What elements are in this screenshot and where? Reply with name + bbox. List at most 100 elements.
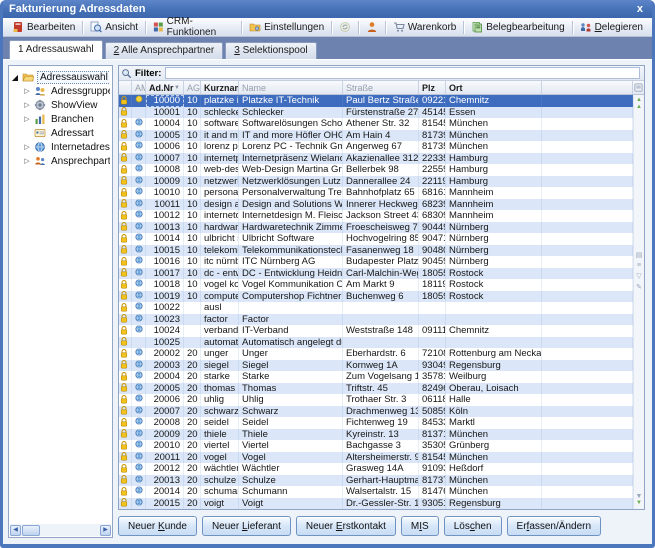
tree-item-branchen[interactable]: ▷ Branchen bbox=[11, 112, 110, 126]
sync-button[interactable] bbox=[334, 19, 356, 36]
tree-collapsed-icon[interactable]: ▷ bbox=[23, 87, 31, 95]
tree-collapsed-icon[interactable]: ▷ bbox=[23, 101, 31, 109]
tree-root-adressauswahl[interactable]: ◢ Adressauswahl bbox=[11, 70, 110, 84]
address-tree-panel: ◢ Adressauswahl ▷ Adressgruppen ▷ ShowVi… bbox=[8, 65, 113, 538]
column-select-icon[interactable] bbox=[633, 81, 644, 94]
table-row[interactable]: 10024 verband IT-Verband Weststraße 148 … bbox=[119, 325, 633, 337]
table-row[interactable]: 20010 20 viertel Viertel Bachgasse 3 353… bbox=[119, 440, 633, 452]
scroll-bottom-icon[interactable]: ▼ bbox=[636, 500, 642, 507]
scroll-down-icon[interactable]: ▼ bbox=[636, 493, 643, 500]
scroll-up-icon[interactable]: ▲ bbox=[636, 104, 642, 111]
table-row[interactable]: 10000 10 platzke it Platzke IT-Technik P… bbox=[119, 95, 633, 107]
table-row[interactable]: 20009 20 thiele Thiele Kyreinstr. 13 813… bbox=[119, 429, 633, 441]
table-row[interactable]: 10004 10 softwarelö Softwarelösungen Sch… bbox=[119, 118, 633, 130]
table-row[interactable]: 10001 10 schlecker Schlecker Fürstenstra… bbox=[119, 107, 633, 119]
header-lock-column[interactable] bbox=[119, 81, 132, 94]
table-row[interactable]: 10007 10 internetpr Internetpräsenz Wiel… bbox=[119, 153, 633, 165]
crm-funktionen-button[interactable]: CRM-Funktionen bbox=[148, 19, 239, 36]
table-row[interactable]: 20012 20 wächtler Wächtler Grasweg 14A 9… bbox=[119, 463, 633, 475]
warenkorb-button[interactable]: Warenkorb bbox=[388, 19, 462, 36]
tree-item-adressgruppen[interactable]: ▷ Adressgruppen bbox=[11, 84, 110, 98]
table-row[interactable]: 20008 20 seidel Seidel Fichtenweg 19 845… bbox=[119, 417, 633, 429]
table-row[interactable]: 10018 10 vogel komm Vogel Kommunikation … bbox=[119, 279, 633, 291]
tree-collapsed-icon[interactable]: ▷ bbox=[23, 115, 31, 123]
title-bar[interactable]: Fakturierung Adressdaten x bbox=[3, 0, 652, 18]
cell-plz: 09111 bbox=[419, 325, 446, 337]
tree-item-internetadressen[interactable]: ▷ Internetadressen bbox=[11, 140, 110, 154]
header-name[interactable]: Name bbox=[239, 81, 343, 94]
table-row[interactable]: 20006 20 uhlig Uhlig Trothaer Str. 3 061… bbox=[119, 394, 633, 406]
table-row[interactable]: 10015 10 telekommun Telekommunikationste… bbox=[119, 245, 633, 257]
table-row[interactable]: 10012 10 internetde Internetdesign M. Fl… bbox=[119, 210, 633, 222]
table-row[interactable]: 20014 20 schumann Schumann Walsertalstr.… bbox=[119, 486, 633, 498]
table-row[interactable]: 10005 10 it and mor IT and more Höfler O… bbox=[119, 130, 633, 142]
table-row[interactable]: 20003 20 siegel Siegel Kornweg 1A 93049 … bbox=[119, 360, 633, 372]
header-kurzname[interactable]: Kurzname bbox=[201, 81, 239, 94]
footer-button[interactable]: Neuer Erstkontakt bbox=[296, 516, 396, 536]
tree-horizontal-scrollbar[interactable]: ◀ ▶ bbox=[10, 524, 111, 536]
close-icon[interactable]: x bbox=[634, 3, 646, 15]
belegbearbeitung-button[interactable]: Belegbearbeitung bbox=[466, 19, 569, 36]
table-row[interactable]: 10013 10 hardwarete Hardwaretechnik Zimm… bbox=[119, 222, 633, 234]
table-row[interactable]: 10009 10 netzwerklö Netzwerklösungen Lut… bbox=[119, 176, 633, 188]
table-row[interactable]: 20015 20 voigt Voigt Dr.-Gessler-Str. 15… bbox=[119, 498, 633, 510]
table-row[interactable]: 20007 20 schwarz Schwarz Drachmenweg 13 … bbox=[119, 406, 633, 418]
tree-collapsed-icon[interactable]: ▷ bbox=[23, 143, 31, 151]
scroll-top-icon[interactable]: ▲ bbox=[636, 97, 642, 104]
table-row[interactable]: 10017 10 dc - entwi DC - Entwicklung Hei… bbox=[119, 268, 633, 280]
table-row[interactable]: 10006 10 lorenz pc Lorenz PC - Technik G… bbox=[119, 141, 633, 153]
table-row[interactable]: 20011 20 vogel Vogel Altersheimerstr. 9A… bbox=[119, 452, 633, 464]
tab-alle-ansprechpartner[interactable]: 2 Alle Ansprechpartner bbox=[105, 42, 224, 59]
filter-funnel-icon[interactable]: ▽ bbox=[636, 272, 641, 280]
table-row[interactable]: 10010 10 personalve Personalverwaltung T… bbox=[119, 187, 633, 199]
table-row[interactable]: 10023 factor Factor bbox=[119, 314, 633, 326]
einstellungen-button[interactable]: Einstellungen bbox=[244, 19, 329, 36]
footer-button[interactable]: Löschen bbox=[444, 516, 502, 536]
table-row[interactable]: 20002 20 unger Unger Eberhardstr. 6 7210… bbox=[119, 348, 633, 360]
header-ort[interactable]: Ort bbox=[446, 81, 542, 94]
cell-name: Uhlig bbox=[239, 394, 343, 406]
header-am[interactable]: AM bbox=[132, 81, 146, 94]
footer-button[interactable]: Neuer Kunde bbox=[118, 516, 197, 536]
bearbeiten-button[interactable]: Bearbeiten bbox=[7, 19, 80, 36]
table-row[interactable]: 20005 20 thomas Thomas Triftstr. 45 8249… bbox=[119, 383, 633, 395]
cell-kurzname: siegel bbox=[201, 360, 239, 372]
header-adnr[interactable]: Ad.Nr▼ bbox=[146, 81, 184, 94]
table-row[interactable]: 10014 10 ulbricht s Ulbricht Software Ho… bbox=[119, 233, 633, 245]
table-row[interactable]: 20013 20 schulze Schulze Gerhart-Hauptma… bbox=[119, 475, 633, 487]
tab-selektionspool[interactable]: 3 Selektionspool bbox=[225, 42, 316, 59]
edit-pencil-icon[interactable]: ✎ bbox=[636, 283, 642, 291]
scroll-right-icon[interactable]: ▶ bbox=[100, 525, 111, 536]
tree-expanded-icon[interactable]: ◢ bbox=[11, 73, 19, 82]
tree-item-adressart[interactable]: Adressart bbox=[11, 126, 110, 140]
table-row[interactable]: 10016 10 itc nürnbe ITC Nürnberg AG Buda… bbox=[119, 256, 633, 268]
table-row[interactable]: 10011 10 design and Design and Solutions… bbox=[119, 199, 633, 211]
header-ag[interactable]: AG bbox=[184, 81, 201, 94]
cell-ort: München bbox=[446, 475, 542, 487]
footer-button[interactable]: Neuer Lieferant bbox=[202, 516, 291, 536]
user-button[interactable] bbox=[361, 19, 383, 36]
footer-button[interactable]: MIS bbox=[401, 516, 439, 536]
ansicht-button[interactable]: Ansicht bbox=[85, 19, 143, 36]
scrollbar-thumb[interactable] bbox=[22, 525, 40, 536]
column-chooser-icon[interactable]: ▤ bbox=[636, 251, 643, 259]
cell-ag bbox=[184, 314, 201, 326]
table-row[interactable]: 10008 10 web-design Web-Design Martina G… bbox=[119, 164, 633, 176]
tree-item-showview[interactable]: ▷ ShowView bbox=[11, 98, 110, 112]
scroll-left-icon[interactable]: ◀ bbox=[10, 525, 21, 536]
delegieren-button[interactable]: Delegieren bbox=[575, 19, 648, 36]
table-row[interactable]: 10019 10 computersh Computershop Fichtne… bbox=[119, 291, 633, 303]
header-strasse[interactable]: Straße bbox=[343, 81, 419, 94]
table-row[interactable]: 20004 20 starke Starke Zum Vogelsang 15 … bbox=[119, 371, 633, 383]
tab-adressauswahl[interactable]: 1 Adressauswahl bbox=[9, 40, 103, 59]
header-plz[interactable]: Plz bbox=[419, 81, 446, 94]
filter-input[interactable] bbox=[165, 67, 640, 79]
tree-collapsed-icon[interactable]: ▷ bbox=[23, 157, 31, 165]
footer-button[interactable]: Erfassen/Ändern bbox=[507, 516, 602, 536]
lock-icon bbox=[120, 257, 128, 266]
cell-name: Siegel bbox=[239, 360, 343, 372]
list-view-icon[interactable]: ≡ bbox=[637, 262, 641, 269]
tree-item-ansprechpartner[interactable]: ▷ Ansprechpartner bbox=[11, 154, 110, 168]
table-row[interactable]: 10022 ausl bbox=[119, 302, 633, 314]
table-row[interactable]: 10025 automatik Automatisch angelegt dur… bbox=[119, 337, 633, 349]
